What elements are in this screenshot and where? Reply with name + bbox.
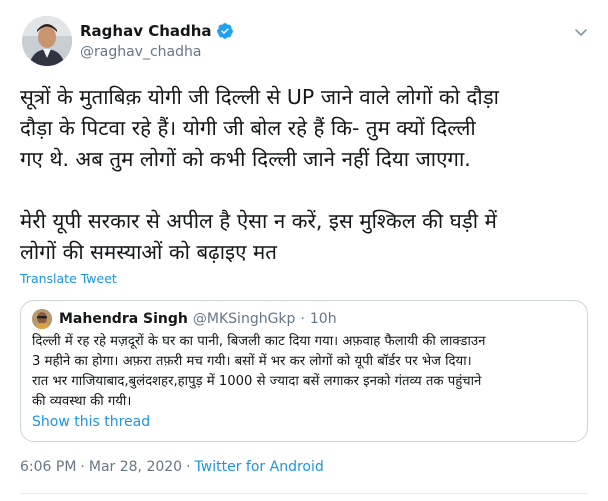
quoted-tweet-header: Mahendra Singh @MKSinghGkp · 10h xyxy=(32,309,337,329)
quoted-author-avatar xyxy=(32,309,52,329)
divider xyxy=(20,493,588,494)
translate-tweet-link[interactable]: Translate Tweet xyxy=(20,271,117,286)
quoted-dot-separator: · xyxy=(300,311,305,327)
chevron-down-icon[interactable] xyxy=(574,24,588,38)
tweet-source-link[interactable]: Twitter for Android xyxy=(195,459,324,475)
meta-separator: · xyxy=(80,459,85,475)
author-avatar[interactable] xyxy=(22,16,72,66)
quoted-tweet[interactable]: Mahendra Singh @MKSinghGkp · 10h दिल्ली … xyxy=(20,300,588,442)
meta-separator: · xyxy=(186,459,191,475)
quoted-tweet-text: दिल्ली में रह रहे मज़दूरों के घर का पानी… xyxy=(32,334,486,409)
quoted-tweet-age: 10h xyxy=(309,311,337,327)
tweet-text: सूत्रों के मुताबिक़ योगी जी दिल्ली से UP… xyxy=(20,85,499,264)
tweet-time[interactable]: 6:06 PM xyxy=(20,459,76,475)
tweet-date[interactable]: Mar 28, 2020 xyxy=(89,459,182,475)
quoted-author-name: Mahendra Singh xyxy=(59,311,188,327)
verified-badge-icon xyxy=(216,22,234,40)
show-thread-link[interactable]: Show this thread xyxy=(32,414,150,430)
tweet-header: Raghav Chadha @raghav_chadha xyxy=(22,16,592,72)
author-name[interactable]: Raghav Chadha xyxy=(80,22,212,40)
tweet-meta: 6:06 PM · Mar 28, 2020 · Twitter for And… xyxy=(20,459,324,475)
tweet: Raghav Chadha @raghav_chadha सूत्रों के … xyxy=(0,0,608,501)
author-handle[interactable]: @raghav_chadha xyxy=(80,44,201,60)
quoted-author-handle: @MKSinghGkp xyxy=(192,311,296,327)
author-name-row: Raghav Chadha xyxy=(80,22,234,40)
